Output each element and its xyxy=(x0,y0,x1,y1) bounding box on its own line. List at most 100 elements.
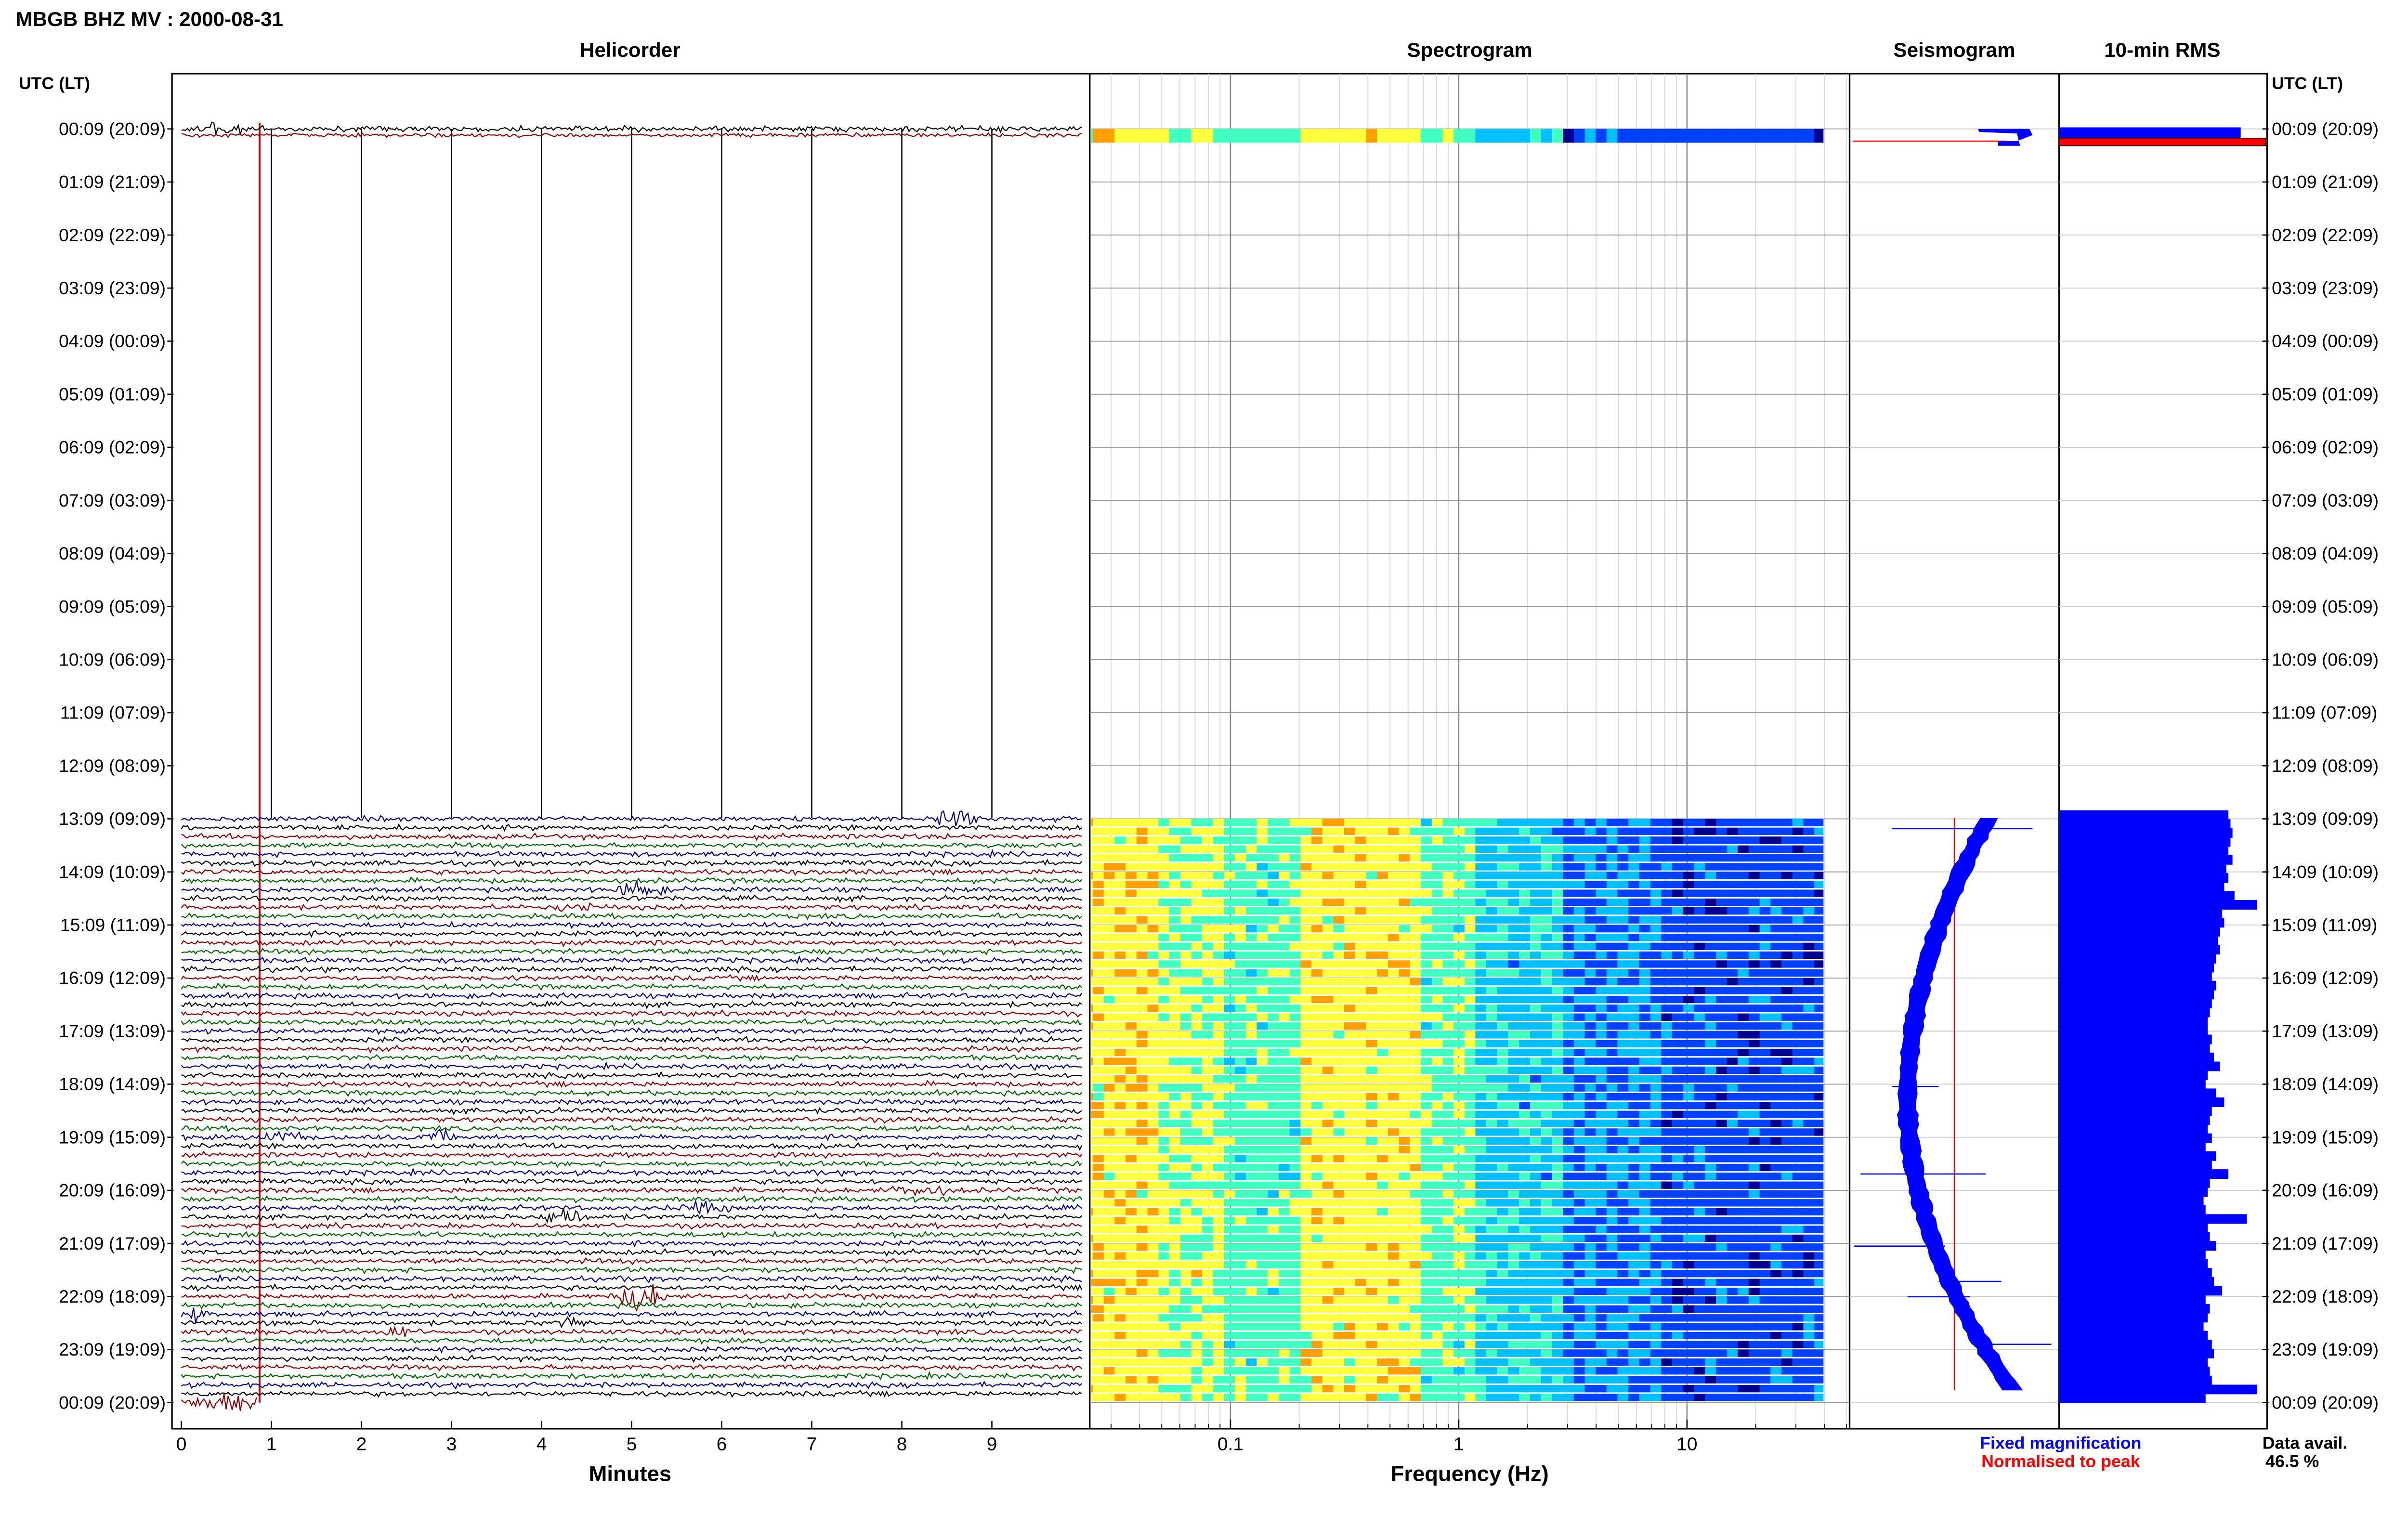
spectrogram-cell xyxy=(1278,1261,1290,1269)
spectrogram-cell xyxy=(1464,836,1476,844)
spectrogram-cell xyxy=(1650,1084,1662,1092)
spectrogram-cell xyxy=(1596,1288,1608,1295)
helicorder-tick-label: 5 xyxy=(627,1434,637,1455)
spectrogram-cell xyxy=(1814,1199,1824,1207)
spectrogram-cell xyxy=(1213,1066,1225,1074)
spectrogram-cell xyxy=(1202,1243,1214,1251)
spectrogram-cell xyxy=(1617,845,1629,853)
spectrogram-cell xyxy=(1584,1048,1597,1057)
spectrogram-cell xyxy=(1114,845,1126,853)
spectrogram-cell xyxy=(1300,1323,1312,1331)
spectrogram-cell xyxy=(1235,845,1246,853)
spectrogram-cell xyxy=(1235,978,1246,986)
spectrogram-cell xyxy=(1814,1022,1824,1030)
spectrogram-cell xyxy=(1486,916,1498,924)
spectrogram-cell xyxy=(1530,969,1542,977)
spectrogram-cell xyxy=(1431,1190,1443,1198)
spectrogram-cell xyxy=(1617,863,1629,871)
spectrogram-cell xyxy=(1268,1155,1279,1162)
spectrogram-cell xyxy=(1366,1093,1378,1101)
spectrogram-cell xyxy=(1803,1190,1815,1198)
spectrogram-cell xyxy=(1158,1057,1170,1065)
spectrogram-cell xyxy=(1552,1261,1564,1269)
spectrogram-cell xyxy=(1464,1048,1476,1057)
spectrogram-cell xyxy=(1431,1270,1443,1278)
spectrogram-cell xyxy=(1606,1022,1618,1030)
spectrogram-cell xyxy=(1486,863,1498,871)
spectrogram-cell xyxy=(1792,969,1804,977)
spectrogram-cell xyxy=(1694,1261,1706,1269)
spectrogram-cell xyxy=(1803,1296,1815,1304)
spectrogram-cell xyxy=(1508,1057,1520,1065)
spectrogram-cell xyxy=(1530,942,1542,950)
spectrogram-cell xyxy=(1683,1181,1695,1189)
spectrogram-cell xyxy=(1092,1048,1104,1057)
spectrogram-cell xyxy=(1399,872,1411,880)
spectrogram-cell xyxy=(1617,1288,1629,1295)
spectrogram-cell xyxy=(1705,1005,1716,1012)
spectrogram-cell xyxy=(1311,1314,1323,1322)
spectrogram-cell xyxy=(1606,819,1618,826)
spectrogram-cell xyxy=(1224,951,1236,959)
spectrogram-cell xyxy=(1573,1341,1585,1348)
spectrogram-cell xyxy=(1628,1314,1640,1322)
spectrogram-cell xyxy=(1738,854,1749,862)
spectrogram-cell xyxy=(1705,1376,1716,1383)
spectrogram-cell xyxy=(1125,1349,1137,1357)
spectrogram-cell xyxy=(1245,845,1257,853)
spectrogram-cell xyxy=(1453,845,1465,853)
spectrogram-cell xyxy=(1453,863,1465,871)
spectrogram-cell xyxy=(1300,1120,1312,1127)
spectrogram-cell xyxy=(1377,1181,1388,1189)
spectrogram-cell xyxy=(1158,1358,1170,1366)
spectrogram-cell xyxy=(1464,1217,1476,1225)
spectrogram-cell xyxy=(1596,1270,1608,1278)
spectrogram-cell xyxy=(1573,969,1585,977)
spectrogram-cell xyxy=(1289,1243,1301,1251)
spectrogram-cell xyxy=(1672,1296,1684,1304)
spectrogram-cell xyxy=(1639,1234,1651,1242)
spectrogram-cell xyxy=(1453,1349,1465,1357)
spectrogram-cell xyxy=(1289,1190,1301,1198)
spectrogram-cell xyxy=(1311,1385,1323,1393)
figure-title: MBGB BHZ MV : 2000-08-31 xyxy=(15,8,283,31)
spectrogram-cell xyxy=(1366,1163,1378,1172)
spectrogram-cell xyxy=(1235,1261,1246,1269)
spectrogram-cell xyxy=(1705,1031,1716,1039)
spectrogram-cell xyxy=(1715,1084,1727,1092)
spectrogram-cell xyxy=(1596,907,1608,915)
spectrogram-cell xyxy=(1541,898,1553,906)
spectrogram-cell xyxy=(1147,1323,1159,1331)
spectrogram-cell xyxy=(1322,1110,1334,1118)
spectrogram-cell xyxy=(1606,1066,1618,1074)
spectrogram-cell xyxy=(1387,1110,1400,1118)
spectrogram-cell xyxy=(1235,1137,1246,1145)
spectrogram-cell xyxy=(1092,1385,1104,1393)
spectrogram-cell xyxy=(1300,1155,1312,1162)
spectrogram-cell xyxy=(1683,1110,1695,1118)
spectrogram-cell xyxy=(1727,836,1739,844)
spectrogram-cell xyxy=(1366,1217,1378,1225)
spectrogram-cell xyxy=(1519,934,1531,941)
spectrogram-cell xyxy=(1814,951,1824,959)
spectrogram-cell xyxy=(1694,1279,1706,1286)
spectrogram-cell xyxy=(1683,916,1695,924)
spectrogram-cell xyxy=(1628,1075,1640,1083)
spectrogram-cell xyxy=(1311,1146,1323,1154)
spectrogram-cell xyxy=(1191,960,1203,968)
spectrogram-cell xyxy=(1202,1226,1214,1233)
spectrogram-cell xyxy=(1596,1226,1608,1233)
spectrogram-cell xyxy=(1136,1358,1148,1366)
rms-bar xyxy=(2059,1340,2212,1350)
spectrogram-cell xyxy=(1191,1376,1203,1383)
spectrogram-cell xyxy=(1584,889,1597,897)
spectrogram-cell xyxy=(1770,1279,1782,1286)
spectrogram-cell xyxy=(1355,1163,1367,1172)
spectrogram-cell xyxy=(1803,1075,1815,1083)
spectrogram-cell xyxy=(1245,1013,1257,1021)
spectrogram-cell xyxy=(1519,819,1531,826)
spectrogram-cell xyxy=(1213,978,1225,986)
spectrogram-cell xyxy=(1814,1084,1824,1092)
spectrogram-cell xyxy=(1683,1270,1695,1278)
spectrogram-cell xyxy=(1683,1217,1695,1225)
